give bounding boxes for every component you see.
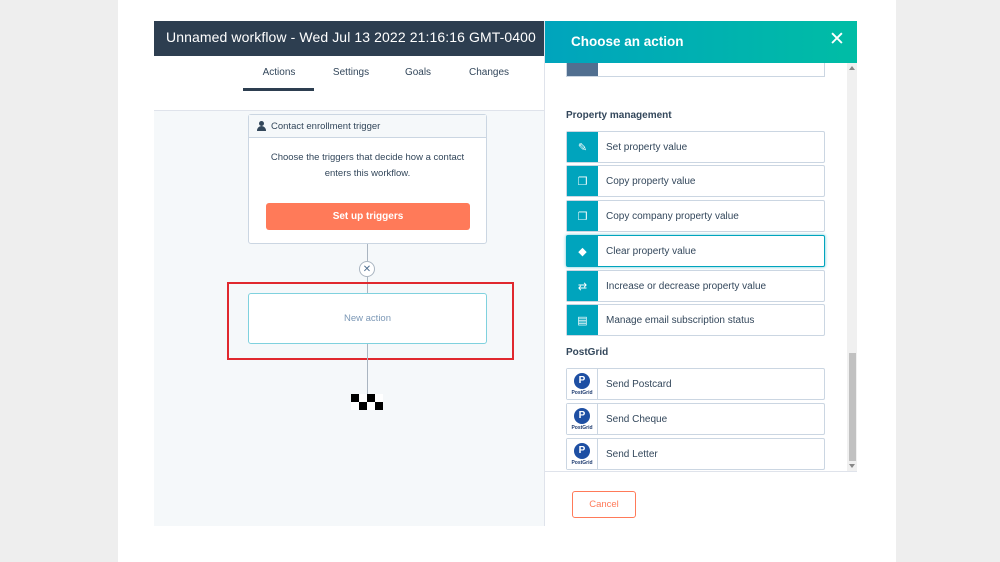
action-label: Clear property value (606, 245, 697, 257)
edit-icon: ✎ (567, 132, 598, 162)
cancel-button[interactable]: Cancel (572, 491, 636, 518)
newspaper-icon: ▤ (567, 305, 598, 335)
panel-footer: Cancel (545, 471, 857, 526)
list-item[interactable] (566, 63, 825, 77)
swap-icon: ⇄ (567, 271, 598, 301)
action-send-postcard[interactable]: P PostGrid Send Postcard (566, 368, 825, 400)
end-flag-icon (351, 394, 383, 410)
contact-icon (257, 121, 266, 131)
action-list: Property management ✎ Set property value… (545, 63, 857, 471)
scroll-up-icon[interactable] (849, 66, 855, 70)
trigger-description: Choose the triggers that decide how a co… (270, 152, 465, 179)
panel-title: Choose an action (571, 34, 684, 49)
choose-action-panel: Choose an action ✕ Property management ✎… (544, 21, 857, 526)
scroll-thumb[interactable] (849, 353, 856, 461)
connector-line (367, 344, 368, 394)
action-label: Send Cheque (606, 413, 668, 425)
workflow-title[interactable]: Unnamed workflow - Wed Jul 13 2022 21:16… (166, 29, 536, 45)
trigger-card-header: Contact enrollment trigger (249, 115, 486, 138)
postgrid-logo-icon: P PostGrid (567, 439, 598, 469)
panel-scrollbar[interactable] (847, 63, 857, 473)
action-label: Set property value (606, 141, 688, 153)
eraser-icon: ◆ (567, 236, 598, 266)
tab-goals[interactable]: Goals (405, 67, 431, 78)
action-set-property-value[interactable]: ✎ Set property value (566, 131, 825, 163)
action-manage-email-subscription[interactable]: ▤ Manage email subscription status (566, 304, 825, 336)
tab-actions[interactable]: Actions (263, 67, 296, 78)
action-send-cheque[interactable]: P PostGrid Send Cheque (566, 403, 825, 435)
action-increase-decrease-property[interactable]: ⇄ Increase or decrease property value (566, 270, 825, 302)
postgrid-logo-icon: P PostGrid (567, 369, 598, 399)
action-label: Copy company property value (606, 210, 739, 222)
action-icon (567, 63, 598, 76)
action-label: Manage email subscription status (606, 314, 755, 326)
action-label: Copy property value (606, 175, 696, 187)
panel-header: Choose an action ✕ (545, 21, 857, 63)
section-heading: Property management (566, 110, 672, 121)
connector-line (367, 244, 368, 261)
enrollment-trigger-card[interactable]: Contact enrollment trigger Choose the tr… (248, 114, 487, 244)
action-clear-property-value[interactable]: ◆ Clear property value (566, 235, 825, 267)
action-label: Send Letter (606, 448, 658, 460)
workflow-editor: Unnamed workflow - Wed Jul 13 2022 21:16… (154, 21, 857, 526)
tab-changes[interactable]: Changes (469, 67, 509, 78)
workflow-tabs: Actions Settings Goals Changes (154, 56, 544, 111)
section-heading: PostGrid (566, 347, 609, 358)
copy-icon: ❐ (567, 201, 598, 231)
active-tab-indicator (243, 88, 314, 91)
close-icon[interactable]: ✕ (829, 30, 845, 49)
action-send-letter[interactable]: P PostGrid Send Letter (566, 438, 825, 470)
setup-triggers-button[interactable]: Set up triggers (266, 203, 470, 230)
workflow-canvas: Contact enrollment trigger Choose the tr… (154, 111, 544, 526)
action-label: Send Postcard (606, 378, 672, 390)
scroll-down-icon[interactable] (849, 464, 855, 468)
action-copy-company-property-value[interactable]: ❐ Copy company property value (566, 200, 825, 232)
postgrid-logo-icon: P PostGrid (567, 404, 598, 434)
tab-settings[interactable]: Settings (333, 67, 369, 78)
trigger-card-title: Contact enrollment trigger (271, 120, 381, 132)
action-label: Increase or decrease property value (606, 280, 767, 292)
copy-icon: ❐ (567, 166, 598, 196)
highlight-box (227, 282, 514, 360)
remove-step-icon[interactable]: ✕ (359, 261, 375, 277)
action-copy-property-value[interactable]: ❐ Copy property value (566, 165, 825, 197)
